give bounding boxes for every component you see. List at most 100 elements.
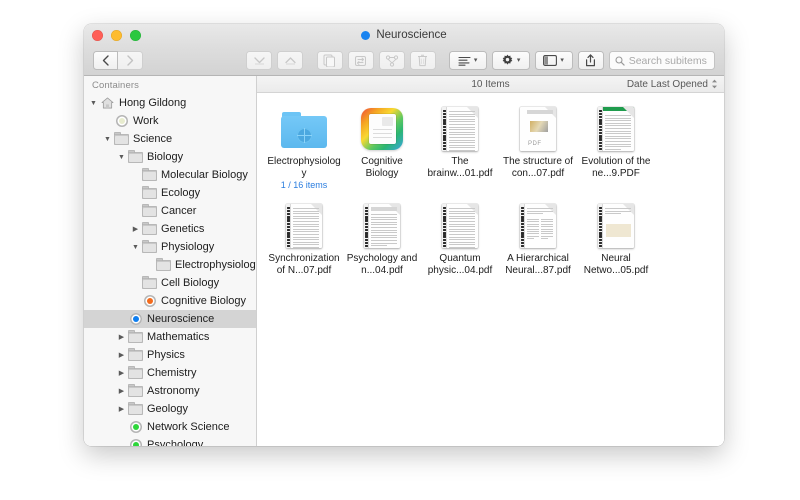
sidebar-item-physics[interactable]: ▶ Physics [84,346,256,364]
sidebar-item-chemistry[interactable]: ▶ Chemistry [84,364,256,382]
arrange-button[interactable]: ▾ [448,51,487,70]
doc-line [541,223,553,225]
file-item[interactable]: The brainw...01.pdf [421,105,499,190]
sidebar-item-work[interactable]: ▶ Work [84,112,256,130]
sidebar-item-physiology[interactable]: ▼ Physiology [84,238,256,256]
doc-line [293,210,319,212]
maximize-button[interactable] [130,30,141,41]
chevron-down-icon[interactable]: ▼ [129,244,142,251]
sidebar-item-cell-biology[interactable]: ▶ Cell Biology [84,274,256,292]
doc-title-band [527,110,553,114]
back-button[interactable] [93,51,118,70]
binding-hole [365,241,368,245]
sidebar-item-geology[interactable]: ▶ Geology [84,400,256,418]
binding-hole [443,125,446,128]
file-item[interactable]: A Hierarchical Neural...87.pdf [499,202,577,276]
file-item[interactable]: Quantum physic...04.pdf [421,202,499,276]
binding-hole [599,128,602,132]
doc-line [449,236,475,238]
sidebar-item-label: Neuroscience [147,313,215,325]
sidebar-item-psychology[interactable]: ▶ Psychology [84,436,256,446]
binding-hole [287,209,290,213]
move-up-button[interactable] [277,51,304,70]
sidebar-item-molecular-biology[interactable]: ▶ Molecular Biology [84,166,256,184]
settings-button[interactable]: ▾ [491,51,530,70]
chevron-right-icon[interactable]: ▶ [129,226,142,233]
sidebar-item-ecology[interactable]: ▶ Ecology [84,184,256,202]
refresh-button[interactable] [347,51,374,70]
chevron-right-icon[interactable]: ▶ [115,370,128,377]
delete-button[interactable] [409,51,436,70]
chevron-down-icon: ▾ [473,57,478,64]
pdf-document-icon [442,204,478,248]
search-field[interactable]: Search subitems [608,51,715,70]
sidebar-item-electrophysiology[interactable]: ▶ Electrophysiology [84,256,256,274]
doc-column-left [527,219,539,244]
file-icon[interactable] [358,105,406,153]
file-item[interactable]: Psychology and n...04.pdf [343,202,421,276]
chevron-down-icon[interactable]: ▼ [101,136,114,143]
chevron-right-icon[interactable]: ▶ [115,388,128,395]
binding-hole [599,115,602,119]
chevron-right-icon[interactable]: ▶ [115,334,128,341]
traffic-light-group [92,30,141,41]
file-item[interactable]: Synchronization of N...07.pdf [265,202,343,276]
chevron-down-icon[interactable]: ▼ [87,100,100,107]
chevron-right-icon[interactable]: ▶ [115,406,128,413]
sidebar-item-neuroscience[interactable]: ▶ Neuroscience [84,310,256,328]
chevron-right-icon[interactable]: ▶ [115,352,128,359]
file-icon[interactable] [358,202,406,250]
file-icon[interactable] [436,105,484,153]
duplicate-button[interactable] [316,51,343,70]
doc-line [449,123,475,125]
home-icon [101,97,114,109]
binding-hole [599,109,602,112]
chevron-down-icon[interactable]: ▼ [115,154,128,161]
sidebar-item-network-science[interactable]: ▶ Network Science [84,418,256,436]
sort-control[interactable]: Date Last Opened [627,79,718,90]
minimize-button[interactable] [111,30,122,41]
sidebar-item-cognitive-biology[interactable]: ▶ Cognitive Biology [84,292,256,310]
share-nodes-button[interactable] [378,51,405,70]
close-button[interactable] [92,30,103,41]
file-label: The structure of con...07.pdf [502,156,574,179]
window-titlebar[interactable]: Neuroscience [84,24,724,46]
file-item[interactable]: Neural Netwo...05.pdf [577,202,655,276]
file-icon[interactable] [280,105,328,153]
view-mode-button[interactable]: ▾ [534,51,573,70]
doc-line [371,219,397,221]
file-icon[interactable] [280,202,328,250]
sidebar-item-cancer[interactable]: ▶ Cancer [84,202,256,220]
file-icon[interactable] [592,202,640,250]
file-item[interactable]: Cognitive Biology [343,105,421,190]
file-icon[interactable] [592,105,640,153]
doc-line [449,118,475,120]
sort-label: Date Last Opened [626,78,708,90]
forward-button[interactable] [118,51,143,70]
window-body: Containers ▼ Hong Gildong ▶ Work ▼ Science ▼ Bi… [84,76,724,446]
pdf-document-icon: PDF [520,107,556,151]
file-item[interactable]: Evolution of the ne...9.PDF [577,105,655,190]
row-icon [128,313,143,326]
doc-line [449,223,475,225]
binding-hole [443,119,446,122]
doc-line [449,241,475,243]
sidebar-item-mathematics[interactable]: ▶ Mathematics [84,328,256,346]
twisty-spacer: ▶ [129,172,142,179]
file-icon[interactable]: PDF [514,105,562,153]
doc-line [605,138,631,140]
sidebar-item-genetics[interactable]: ▶ Genetics [84,220,256,238]
file-icon[interactable] [436,202,484,250]
sidebar-item-science[interactable]: ▼ Science [84,130,256,148]
doc-line [293,241,319,243]
sidebar-item-hong-gildong[interactable]: ▼ Hong Gildong [84,94,256,112]
doc-line [605,133,631,135]
file-icon[interactable] [514,202,562,250]
content-header: 10 Items Date Last Opened [257,76,724,93]
file-item[interactable]: Electrophysiology 1 / 16 items [265,105,343,190]
move-down-button[interactable] [246,51,273,70]
sidebar-item-astronomy[interactable]: ▶ Astronomy [84,382,256,400]
file-item[interactable]: PDF The structure of con...07.pdf [499,105,577,190]
sidebar-item-biology[interactable]: ▼ Biology [84,148,256,166]
export-button[interactable] [577,51,604,70]
